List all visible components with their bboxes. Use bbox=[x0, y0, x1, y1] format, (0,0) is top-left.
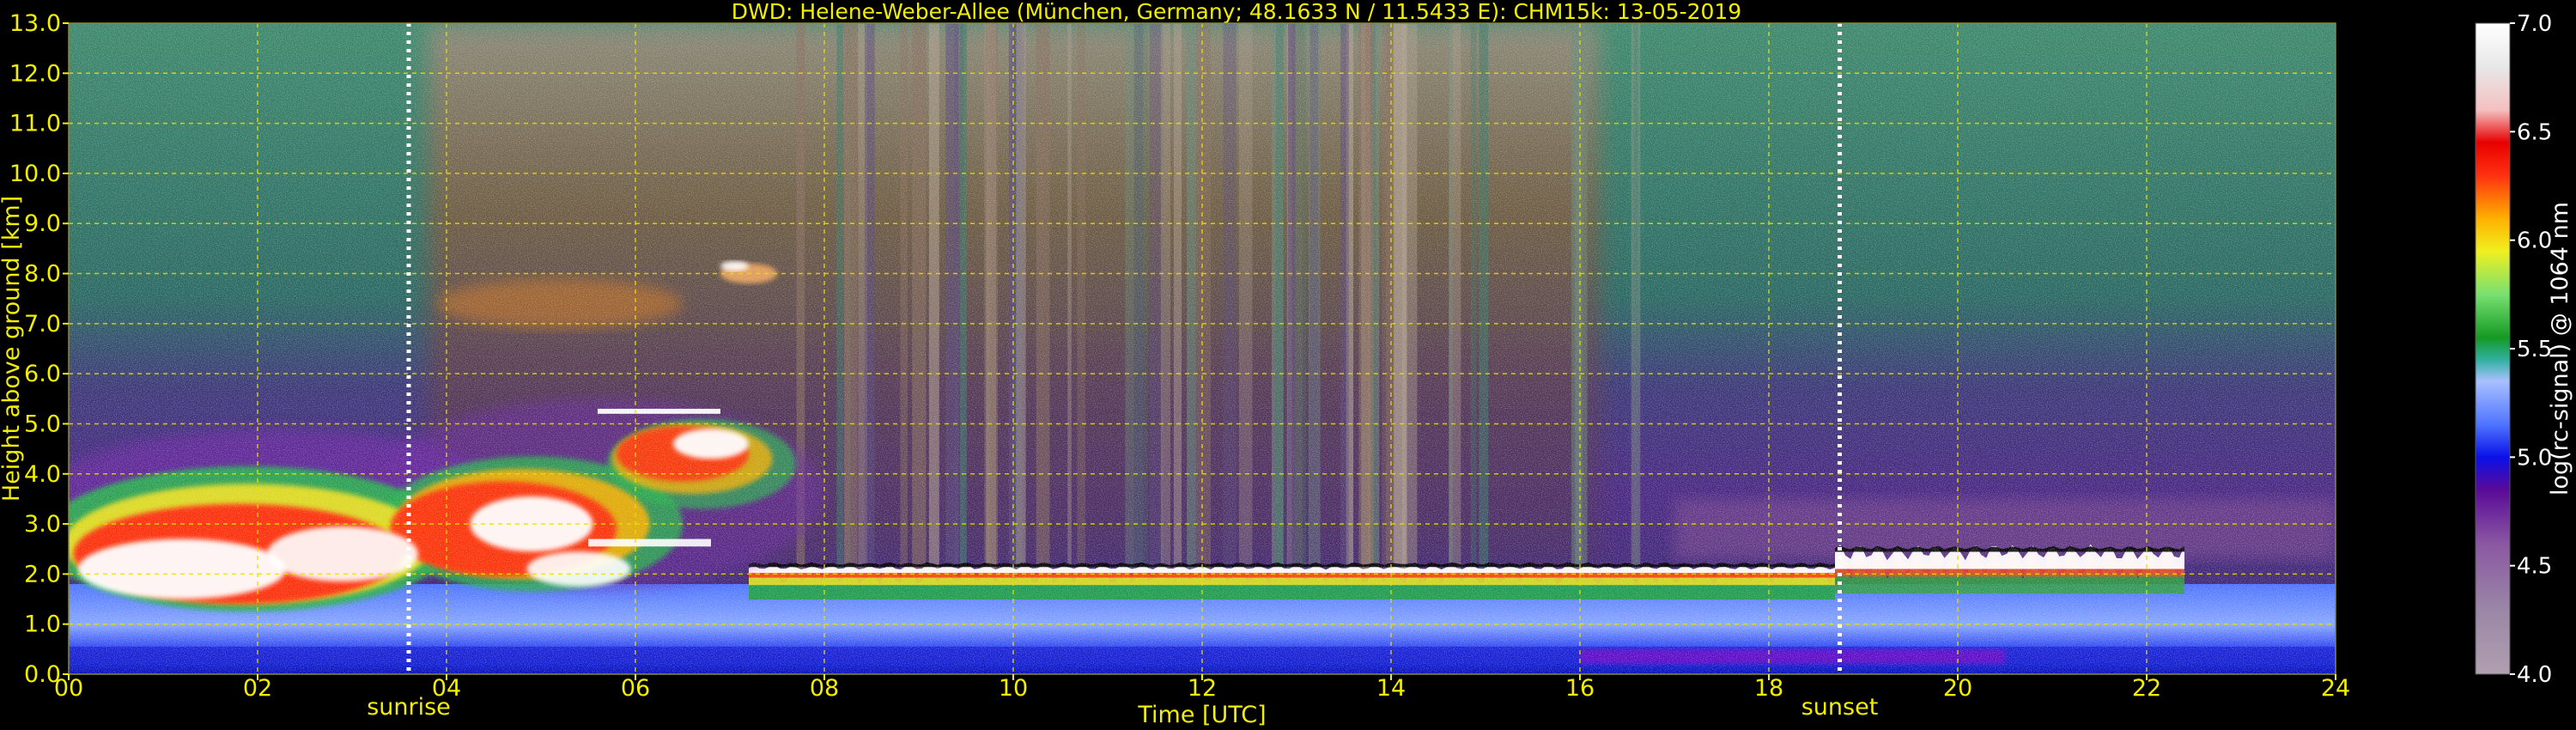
chart-title: DWD: Helene-Weber-Allee (München, German… bbox=[732, 0, 1741, 24]
colorbar-tick-label: 4.0 bbox=[2517, 662, 2552, 688]
plot-area bbox=[69, 23, 2336, 674]
y-tick-label: 6.0 bbox=[24, 361, 61, 387]
x-tick-label: 10 bbox=[999, 675, 1028, 702]
y-tick-label: 3.0 bbox=[24, 511, 61, 538]
y-tick-label: 10.0 bbox=[9, 161, 61, 187]
x-tick-label: 20 bbox=[1943, 675, 1972, 702]
colorbar-tick-label: 4.5 bbox=[2517, 554, 2552, 580]
x-tick-label: 24 bbox=[2321, 675, 2350, 702]
y-tick-label: 12.0 bbox=[9, 60, 61, 87]
x-tick-label: 14 bbox=[1376, 675, 1406, 702]
colorbar-label: log(rc-signal) @ 1064 nm bbox=[2547, 202, 2573, 496]
x-tick-label: 02 bbox=[243, 675, 272, 702]
x-tick-label: 12 bbox=[1188, 675, 1217, 702]
x-tick-label: 08 bbox=[810, 675, 839, 702]
y-tick-label: 7.0 bbox=[24, 311, 61, 338]
x-tick-label: 00 bbox=[54, 675, 83, 702]
y-tick-label: 8.0 bbox=[24, 261, 61, 288]
y-tick-label: 9.0 bbox=[24, 210, 61, 237]
colorbar-tick-label: 7.0 bbox=[2517, 11, 2552, 37]
x-tick-label: 22 bbox=[2132, 675, 2161, 702]
x-tick-label: 06 bbox=[621, 675, 650, 702]
y-tick-label: 1.0 bbox=[24, 611, 61, 638]
x-tick-label: 18 bbox=[1754, 675, 1783, 702]
colorbar-gradient bbox=[2475, 22, 2511, 675]
ceilometer-figure: DWD: Helene-Weber-Allee (München, German… bbox=[0, 0, 2573, 728]
y-tick-label: 4.0 bbox=[24, 461, 61, 488]
colorbar: 4.04.55.05.56.06.57.0 log(rc-signal) @ 1… bbox=[2475, 11, 2573, 688]
sunset-label: sunset bbox=[1801, 694, 1879, 721]
colorbar-tick-label: 6.5 bbox=[2517, 119, 2552, 145]
y-tick-label: 11.0 bbox=[9, 111, 61, 137]
y-tick-label: 13.0 bbox=[9, 10, 61, 37]
y-tick-label: 5.0 bbox=[24, 411, 61, 437]
x-tick-label: 04 bbox=[432, 675, 461, 702]
x-axis-label: Time [UTC] bbox=[1137, 702, 1266, 728]
y-tick-label: 2.0 bbox=[24, 561, 61, 587]
y-axis-label: Height above ground [km] bbox=[0, 196, 25, 502]
x-tick-label: 16 bbox=[1565, 675, 1595, 702]
